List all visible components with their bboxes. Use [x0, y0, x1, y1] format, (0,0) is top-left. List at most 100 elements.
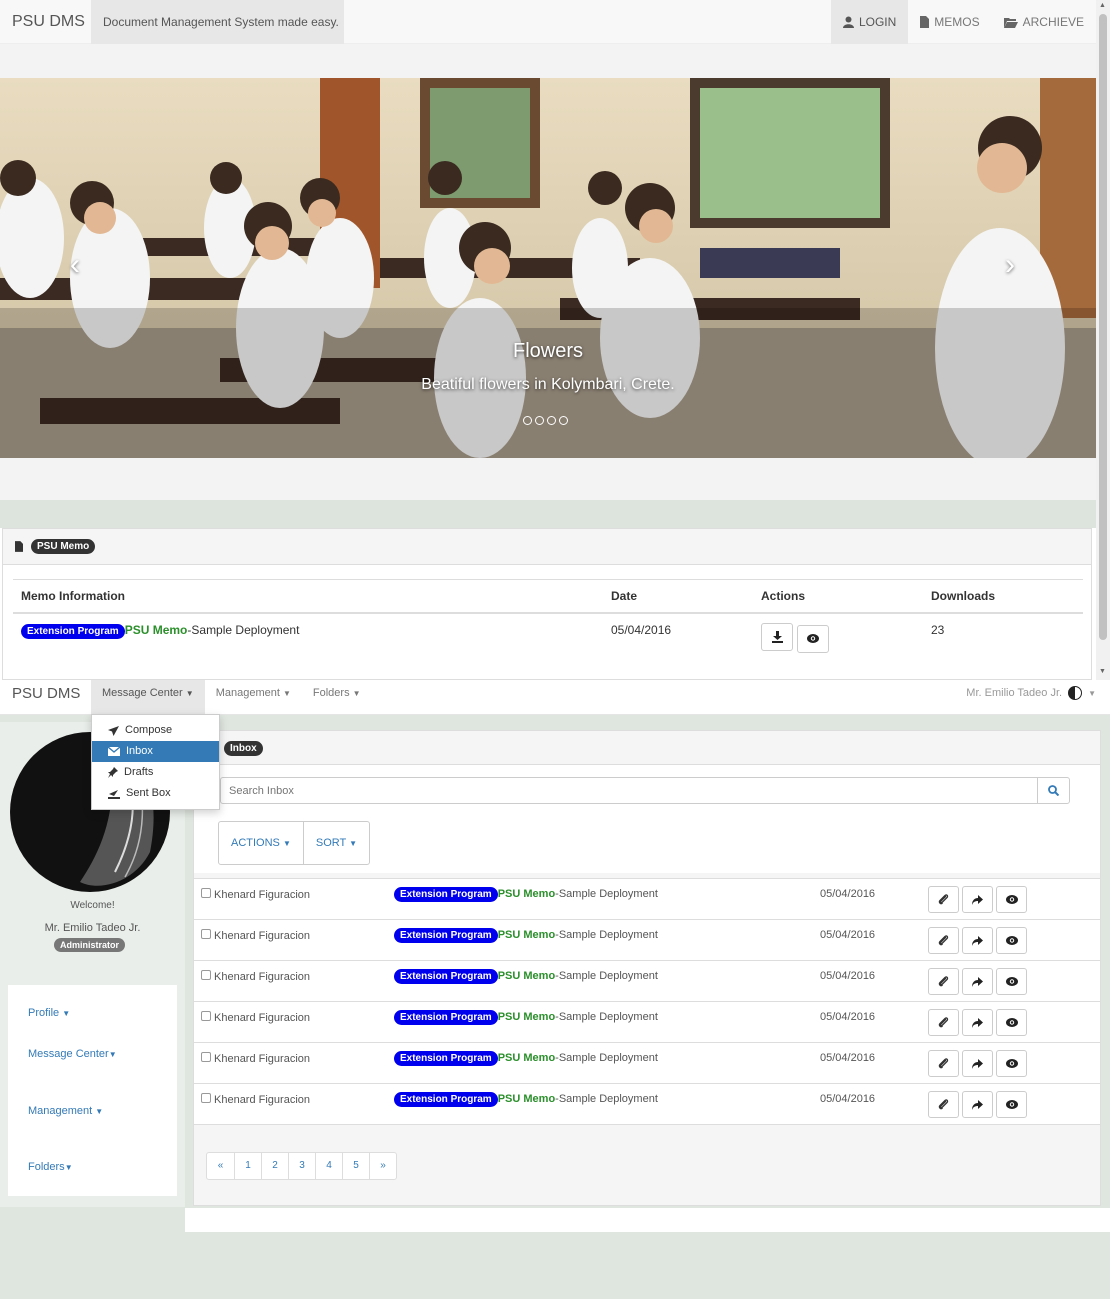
view-button[interactable]	[996, 927, 1027, 954]
memo-title-rest[interactable]: -Sample Deployment	[555, 929, 658, 941]
carousel-indicator[interactable]	[535, 416, 544, 425]
menu-management[interactable]: Management ▼	[205, 680, 302, 715]
nav-memos[interactable]: MEMOS	[908, 0, 991, 44]
memo-title-bold[interactable]: PSU Memo	[498, 970, 555, 982]
attachment-button[interactable]	[928, 1091, 959, 1118]
menu-message-center[interactable]: Message Center ▼	[91, 680, 205, 715]
memo-panel: PSU Memo Memo Information Date Actions D…	[2, 528, 1092, 680]
sidebar-item-management[interactable]: Management ▼	[28, 1105, 103, 1117]
pagination-page[interactable]: 5	[342, 1153, 369, 1179]
memo-title-rest[interactable]: -Sample Deployment	[555, 888, 658, 900]
forward-button[interactable]	[962, 1050, 993, 1077]
attachment-button[interactable]	[928, 1009, 959, 1036]
pagination-page[interactable]: 2	[261, 1153, 288, 1179]
dropdown-item-label: Inbox	[126, 745, 153, 757]
menu-folders[interactable]: Folders ▼	[302, 680, 372, 715]
download-button[interactable]	[761, 623, 793, 651]
forward-button[interactable]	[962, 927, 993, 954]
nav-login[interactable]: LOGIN	[830, 0, 909, 44]
brand-link[interactable]: PSU DMS	[12, 685, 80, 702]
memo-title-bold[interactable]: PSU Memo	[498, 929, 555, 941]
search-input[interactable]	[221, 778, 1037, 803]
view-button[interactable]	[996, 1050, 1027, 1077]
pagination-page[interactable]: 3	[288, 1153, 315, 1179]
pagination-page[interactable]: 1	[234, 1153, 261, 1179]
nav-archieve[interactable]: ARCHIEVE	[992, 0, 1096, 44]
view-button[interactable]	[996, 1009, 1027, 1036]
subject-cell[interactable]: Extension Program PSU Memo-Sample Deploym…	[394, 1051, 658, 1066]
table-row[interactable]: Khenard Figuracion Extension Program PSU M…	[194, 1083, 1100, 1124]
carousel-indicator[interactable]	[547, 416, 556, 425]
subject-cell[interactable]: Extension Program PSU Memo-Sample Deploym…	[394, 1010, 658, 1025]
forward-button[interactable]	[962, 886, 993, 913]
carousel-indicator[interactable]	[523, 416, 532, 425]
row-checkbox[interactable]	[201, 970, 211, 980]
view-button[interactable]	[996, 1091, 1027, 1118]
sidebar-item-profile[interactable]: Profile ▼	[28, 1007, 70, 1019]
subject-cell[interactable]: Extension Program PSU Memo-Sample Deploym…	[394, 1092, 658, 1107]
forward-button[interactable]	[962, 1009, 993, 1036]
memo-title-rest[interactable]: -Sample Deployment	[187, 623, 299, 637]
page-scrollbar[interactable]: ▲ ▼	[1096, 0, 1110, 680]
table-row[interactable]: Khenard Figuracion Extension Program PSU M…	[194, 878, 1100, 919]
memo-title-rest[interactable]: -Sample Deployment	[555, 1052, 658, 1064]
row-checkbox[interactable]	[201, 1011, 211, 1021]
share-arrow-icon	[972, 1099, 983, 1110]
row-checkbox[interactable]	[201, 929, 211, 939]
carousel-indicator[interactable]	[559, 416, 568, 425]
scroll-down-arrow-icon[interactable]: ▼	[1099, 668, 1106, 675]
attachment-button[interactable]	[928, 968, 959, 995]
user-menu[interactable]: Mr. Emilio Tadeo Jr. ▼	[966, 686, 1096, 700]
row-checkbox[interactable]	[201, 888, 211, 898]
memo-title-rest[interactable]: -Sample Deployment	[555, 1093, 658, 1105]
actions-button[interactable]: ACTIONS ▼	[219, 822, 303, 864]
brand-link[interactable]: PSU DMS	[12, 13, 85, 31]
view-button[interactable]	[996, 968, 1027, 995]
table-row[interactable]: Khenard Figuracion Extension Program PSU M…	[194, 919, 1100, 960]
attachment-button[interactable]	[928, 927, 959, 954]
forward-button[interactable]	[962, 968, 993, 995]
caret-down-icon: ▼	[185, 689, 194, 698]
subject-cell[interactable]: Extension Program PSU Memo-Sample Deploym…	[394, 928, 658, 943]
forward-button[interactable]	[962, 1091, 993, 1118]
pagination-prev[interactable]: «	[207, 1153, 234, 1179]
sender-name: Khenard Figuracion	[214, 971, 311, 983]
row-checkbox[interactable]	[201, 1093, 211, 1103]
pagination-page[interactable]: 4	[315, 1153, 342, 1179]
attachment-button[interactable]	[928, 886, 959, 913]
attachment-button[interactable]	[928, 1050, 959, 1077]
carousel-caption-text: Beatiful flowers in Kolymbari, Crete.	[421, 376, 675, 393]
memo-title-bold[interactable]: PSU Memo	[498, 1011, 555, 1023]
memo-title-rest[interactable]: -Sample Deployment	[555, 1011, 658, 1023]
table-row[interactable]: Khenard Figuracion Extension Program PSU M…	[194, 1001, 1100, 1042]
subject-cell[interactable]: Extension Program PSU Memo-Sample Deploym…	[394, 969, 658, 984]
scroll-up-arrow-icon[interactable]: ▲	[1099, 2, 1106, 9]
sidebar-item-message-center[interactable]: Message Center▼	[28, 1048, 117, 1060]
dropdown-item-sent-box[interactable]: Sent Box	[92, 783, 219, 804]
eye-icon	[1005, 977, 1018, 986]
pagination-next[interactable]: »	[369, 1153, 396, 1179]
view-button[interactable]	[996, 886, 1027, 913]
category-tag: Extension Program	[21, 624, 125, 639]
dropdown-item-compose[interactable]: Compose	[92, 720, 219, 741]
subject-cell[interactable]: Extension Program PSU Memo-Sample Deploym…	[394, 887, 658, 902]
memo-title-bold[interactable]: PSU Memo	[498, 1093, 555, 1105]
memo-title-rest[interactable]: -Sample Deployment	[555, 970, 658, 982]
table-row[interactable]: Khenard Figuracion Extension Program PSU M…	[194, 1042, 1100, 1083]
dropdown-item-inbox[interactable]: Inbox	[92, 741, 219, 762]
memo-title-bold[interactable]: PSU Memo	[498, 1052, 555, 1064]
table-row[interactable]: Khenard Figuracion Extension Program PSU M…	[194, 960, 1100, 1001]
search-button[interactable]	[1037, 778, 1069, 803]
view-button[interactable]	[797, 624, 830, 653]
scrollbar-thumb[interactable]	[1099, 14, 1107, 640]
caret-down-icon: ▼	[64, 1163, 73, 1172]
memo-title-bold[interactable]: PSU Memo	[498, 888, 555, 900]
dropdown-item-drafts[interactable]: Drafts	[92, 762, 219, 783]
sidebar-item-folders[interactable]: Folders▼	[28, 1161, 73, 1173]
carousel-next-button[interactable]: ›	[1005, 248, 1015, 282]
sort-button[interactable]: SORT ▼	[302, 822, 369, 864]
memo-title-bold[interactable]: PSU Memo	[125, 623, 188, 637]
row-checkbox[interactable]	[201, 1052, 211, 1062]
carousel-prev-button[interactable]: ‹	[70, 248, 80, 282]
caret-down-icon: ▼	[95, 1107, 104, 1116]
